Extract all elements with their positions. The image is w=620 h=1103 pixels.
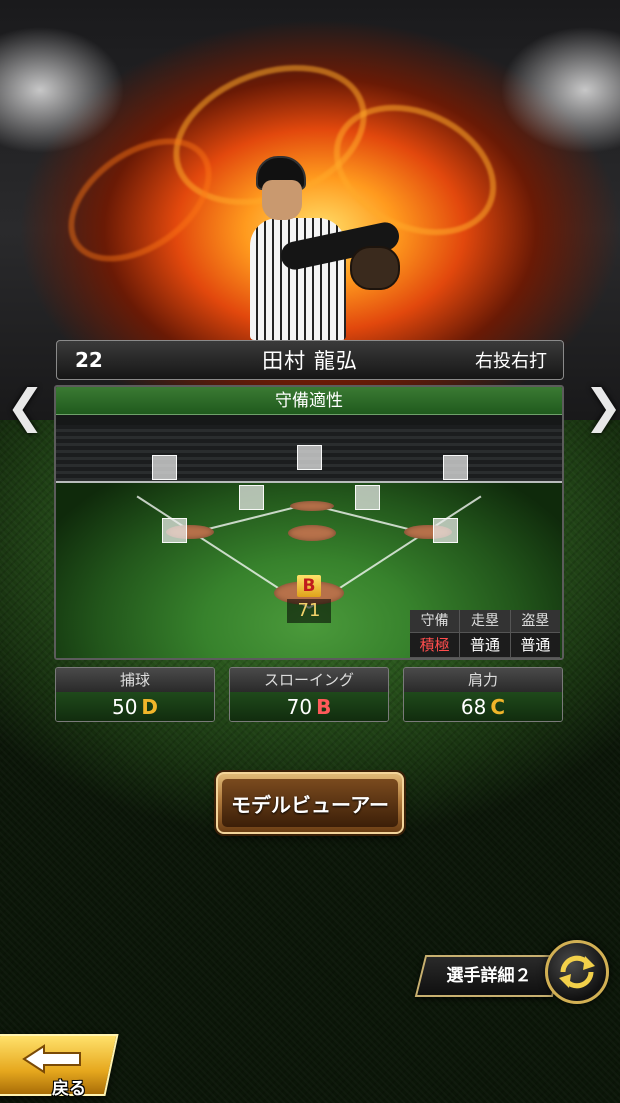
second-base bbox=[290, 501, 334, 511]
table-header: 守備 bbox=[410, 610, 460, 632]
defense-panel: 守備適性 B 71 守備 走塁 盗塁 積極 普通 普通 bbox=[54, 385, 564, 660]
model-viewer-button[interactable]: モデルビューアー bbox=[216, 772, 404, 834]
chevron-left-icon[interactable]: ❮ bbox=[6, 383, 45, 429]
stat-value: 68 bbox=[460, 695, 487, 719]
stat-grade: C bbox=[490, 695, 506, 719]
defense-title: 守備適性 bbox=[56, 387, 562, 415]
table-cell: 普通 bbox=[460, 633, 510, 657]
back-label: 戻る bbox=[52, 1079, 86, 1099]
stat-arm-strength: 肩力 68 C bbox=[403, 667, 563, 722]
stat-label: 肩力 bbox=[404, 668, 562, 692]
throw-bat-hand: 右投右打 bbox=[475, 351, 547, 372]
baserunning-table: 守備 走塁 盗塁 積極 普通 普通 bbox=[410, 610, 560, 658]
table-header: 走塁 bbox=[460, 610, 510, 632]
position-right-field bbox=[443, 455, 468, 480]
table-cell: 積極 bbox=[410, 633, 460, 657]
position-first-base bbox=[433, 518, 458, 543]
player-detail-label: 選手詳細２ bbox=[446, 966, 532, 986]
stat-value: 70 bbox=[286, 695, 313, 719]
table-header: 盗塁 bbox=[510, 610, 560, 632]
baseball-field: B 71 守備 走塁 盗塁 積極 普通 普通 bbox=[56, 415, 562, 658]
position-third-base bbox=[162, 518, 187, 543]
position-shortstop bbox=[239, 485, 264, 510]
catcher-grade: B bbox=[297, 575, 321, 597]
player-image bbox=[240, 150, 410, 340]
chevron-right-icon[interactable]: ❯ bbox=[584, 383, 620, 429]
stat-label: 捕球 bbox=[56, 668, 214, 692]
back-arrow-icon bbox=[22, 1044, 81, 1074]
table-cell: 普通 bbox=[510, 633, 560, 657]
position-center-field bbox=[297, 445, 322, 470]
catcher-value: 71 bbox=[287, 599, 331, 623]
swap-icon[interactable] bbox=[545, 940, 609, 1004]
stat-throwing: スローイング 70 B bbox=[229, 667, 389, 722]
player-header: 22 田村 龍弘 右投右打 bbox=[56, 340, 564, 380]
position-second-base bbox=[355, 485, 380, 510]
stat-value: 50 bbox=[111, 695, 138, 719]
player-detail-button[interactable]: 選手詳細２ bbox=[414, 955, 564, 997]
stat-grade: D bbox=[141, 695, 159, 719]
stat-label: スローイング bbox=[230, 668, 388, 692]
model-viewer-label: モデルビューアー bbox=[222, 779, 398, 827]
stat-grade: B bbox=[316, 695, 332, 719]
pitcher-mound bbox=[288, 525, 336, 541]
stat-catching: 捕球 50 D bbox=[55, 667, 215, 722]
position-left-field bbox=[152, 455, 177, 480]
